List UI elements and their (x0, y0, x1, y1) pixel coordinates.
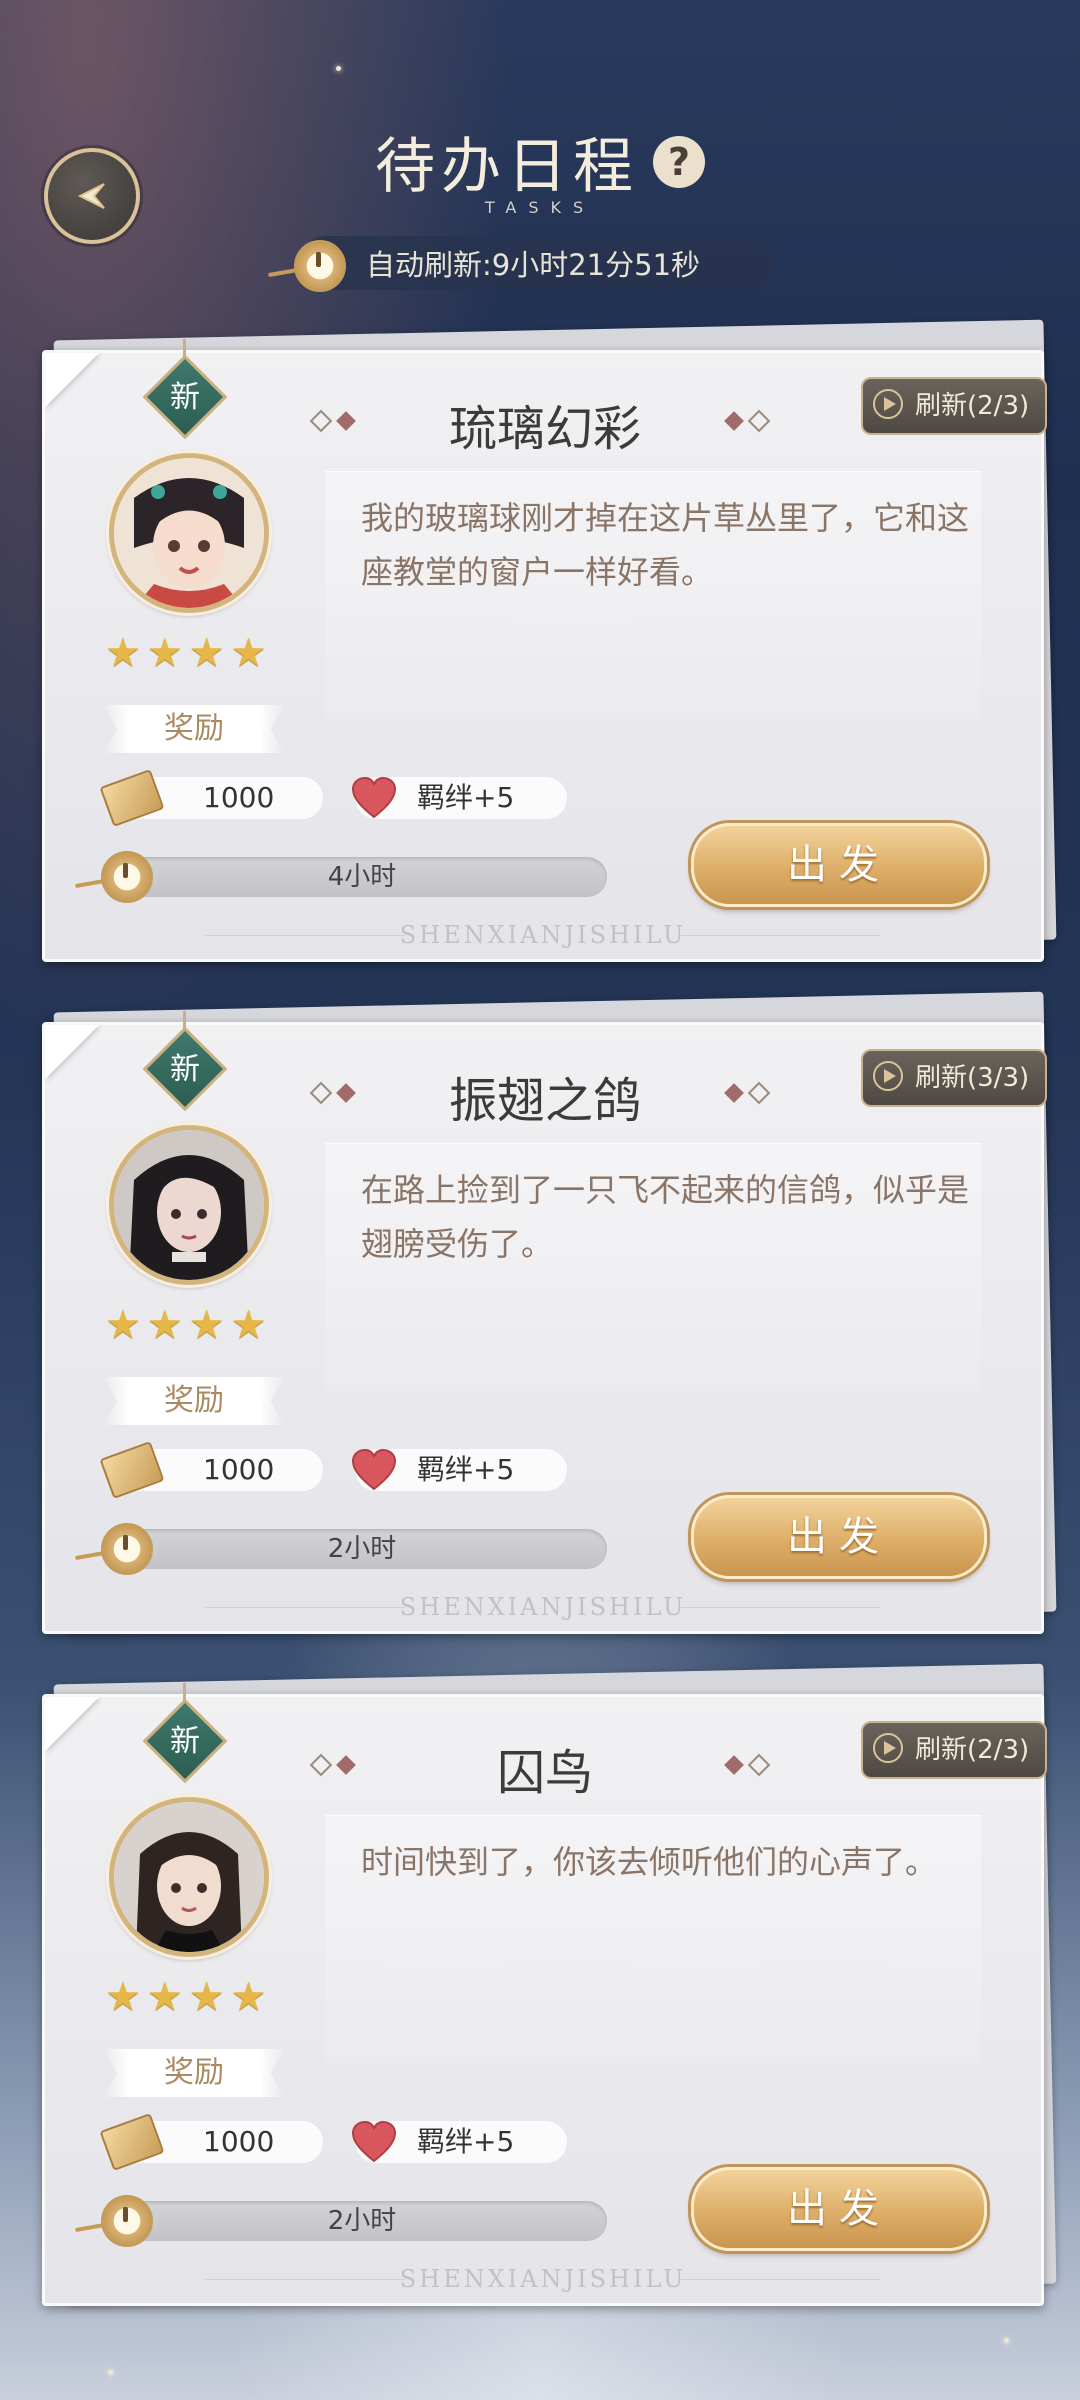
depart-button[interactable]: 出发 (691, 1495, 987, 1579)
bond-reward-text: 羁绊+5 (417, 1453, 515, 1486)
star-icon: ★ (188, 1302, 225, 1348)
corner-fold (45, 1025, 99, 1079)
ornament-diamond (724, 411, 744, 431)
pocket-watch-icon (101, 2195, 153, 2247)
card-sheet: 新 ★ ★ ★ ★ 奖励 1000 羁绊+5 (42, 1683, 1047, 2306)
ornament-diamond (747, 1081, 771, 1105)
character-avatar[interactable] (109, 453, 269, 613)
character-avatar[interactable] (109, 1797, 269, 1957)
star-icon: ★ (146, 1974, 183, 2020)
duration-bar: 4小时 (117, 857, 607, 897)
title-ornament-right (724, 1753, 771, 1777)
duration-bar: 2小时 (117, 2201, 607, 2241)
character-avatar[interactable] (109, 1125, 269, 1285)
sparkle (108, 2370, 113, 2375)
refresh-button[interactable]: 刷新(2/3) (861, 1721, 1047, 1779)
star-icon: ★ (230, 1302, 267, 1348)
character-portrait (114, 458, 264, 608)
depart-button[interactable]: 出发 (691, 2167, 987, 2251)
title-ornament-right (724, 1081, 771, 1105)
auto-refresh-text: 自动刷新:9小时21分51秒 (366, 248, 701, 282)
star-icon: ★ (105, 1974, 141, 2020)
new-tag-label: 新 (170, 380, 200, 415)
watermark: SHENXIANJISHILU (399, 1593, 687, 1621)
page-subtitle: TASKS (484, 198, 596, 217)
task-description: 时间快到了，你该去倾听他们的心声了。 (361, 1843, 938, 1881)
page-title: 待办日程 (375, 132, 639, 202)
ornament-diamond (724, 1755, 744, 1775)
character-portrait (114, 1130, 264, 1280)
new-tag-label: 新 (170, 1052, 200, 1087)
star-icon: ★ (105, 630, 141, 676)
coupon-amount: 1000 (203, 1453, 275, 1486)
pocket-watch-icon (101, 1523, 153, 1575)
refresh-button[interactable]: 刷新(2/3) (861, 377, 1047, 435)
card-sheet: 新 ★ ★ ★ ★ 奖励 1000 羁绊+5 (42, 1011, 1047, 1634)
ornament-diamond (747, 1753, 771, 1777)
refresh-label: 刷新(3/3) (915, 1063, 1030, 1093)
ornament-diamond (724, 1083, 744, 1103)
heart-icon (351, 2121, 397, 2163)
ornament-diamond (747, 409, 771, 433)
auto-refresh-timer: 自动刷新:9小时21分51秒 (300, 236, 774, 290)
refresh-label: 刷新(2/3) (915, 391, 1030, 421)
star-icon: ★ (146, 630, 183, 676)
watermark: SHENXIANJISHILU (399, 2265, 687, 2293)
title-ornament-right (724, 409, 771, 433)
sparkle (1004, 2338, 1009, 2343)
task-description: 在路上捡到了一只飞不起来的信鸽，似乎是翅膀受伤了。 (361, 1171, 970, 1263)
help-icon[interactable]: ? (653, 135, 705, 188)
rating-stars: ★ ★ ★ ★ (105, 633, 266, 673)
task-description: 我的玻璃球刚才掉在这片草丛里了，它和这座教堂的窗户一样好看。 (361, 499, 970, 591)
reward-label: 奖励 (103, 1377, 285, 1425)
rating-stars: ★ ★ ★ ★ (105, 1305, 266, 1345)
play-icon (873, 1733, 903, 1763)
sparkle (336, 66, 341, 71)
new-tag-label: 新 (170, 1724, 200, 1759)
task-card: 新 ★ ★ ★ ★ 奖励 1000 羁绊+5 (42, 991, 1057, 1634)
star-icon: ★ (230, 1974, 267, 2020)
depart-button[interactable]: 出发 (691, 823, 987, 907)
star-icon: ★ (230, 630, 267, 676)
star-icon: ★ (188, 1974, 225, 2020)
duration-bar: 2小时 (117, 1529, 607, 1569)
refresh-button[interactable]: 刷新(3/3) (861, 1049, 1047, 1107)
heart-icon (351, 1449, 397, 1491)
character-portrait (114, 1802, 264, 1952)
bond-reward-text: 羁绊+5 (417, 781, 515, 814)
star-icon: ★ (188, 630, 225, 676)
refresh-label: 刷新(2/3) (915, 1735, 1030, 1765)
task-card: 新 ★ ★ ★ ★ 奖励 1000 羁绊+5 (42, 1663, 1057, 2306)
task-card: 新 ★ ★ ★ ★ 奖励 1000 羁绊+5 (42, 319, 1057, 962)
play-icon (873, 389, 903, 419)
reward-label: 奖励 (103, 2049, 285, 2097)
page-title-area: 待办日程 ? (0, 118, 1080, 205)
corner-fold (45, 1697, 99, 1751)
watermark: SHENXIANJISHILU (399, 921, 687, 949)
star-icon: ★ (146, 1302, 183, 1348)
coupon-amount: 1000 (203, 781, 275, 814)
rating-stars: ★ ★ ★ ★ (105, 1977, 266, 2017)
corner-fold (45, 353, 99, 407)
play-icon (873, 1061, 903, 1091)
coupon-amount: 1000 (203, 2125, 275, 2158)
pocket-watch-icon (101, 851, 153, 903)
star-icon: ★ (105, 1302, 141, 1348)
reward-label: 奖励 (103, 705, 285, 753)
heart-icon (351, 777, 397, 819)
bond-reward-text: 羁绊+5 (417, 2125, 515, 2158)
pocket-watch-icon (294, 240, 346, 292)
card-sheet: 新 ★ ★ ★ ★ 奖励 1000 羁绊+5 (42, 339, 1047, 962)
